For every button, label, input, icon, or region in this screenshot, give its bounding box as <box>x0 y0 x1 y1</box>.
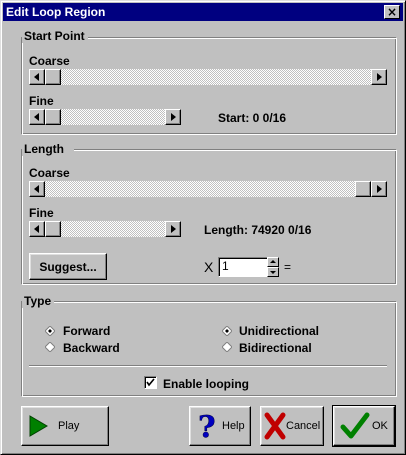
edit-loop-region-dialog: Edit Loop Region × Start Point Coarse Fi… <box>0 0 406 455</box>
title-bar[interactable]: Edit Loop Region × <box>3 3 403 21</box>
arrow-right-icon <box>377 185 382 193</box>
scroll-right-button[interactable] <box>165 221 181 237</box>
spin-up-button[interactable] <box>267 257 279 267</box>
question-mark-icon: ? <box>198 411 216 441</box>
multiplier-spinner[interactable] <box>267 257 279 277</box>
play-button[interactable]: Play <box>21 406 109 446</box>
spin-down-button[interactable] <box>267 267 279 277</box>
help-button-label: Help <box>222 420 245 432</box>
scroll-left-button[interactable] <box>29 221 45 237</box>
arrow-left-icon <box>34 225 39 233</box>
multiplier-value: 1 <box>222 259 229 273</box>
start-coarse-label: Coarse <box>29 54 70 68</box>
play-button-label: Play <box>58 420 80 432</box>
length-fine-label: Fine <box>29 206 54 220</box>
scroll-left-button[interactable] <box>29 109 45 125</box>
help-button[interactable]: ? Help <box>189 406 251 446</box>
cancel-button[interactable]: Cancel <box>260 406 324 446</box>
start-fine-scrollbar[interactable] <box>29 109 181 125</box>
radio-backward[interactable] <box>45 342 55 352</box>
scroll-right-button[interactable] <box>165 109 181 125</box>
radio-unidirectional-label[interactable]: Unidirectional <box>239 324 319 338</box>
arrow-right-icon <box>377 73 382 81</box>
radio-forward[interactable] <box>45 326 55 336</box>
radio-bidirectional-label[interactable]: Bidirectional <box>239 341 312 355</box>
scroll-thumb[interactable] <box>45 221 61 237</box>
scroll-thumb[interactable] <box>355 181 371 197</box>
suggest-button[interactable]: Suggest... <box>29 253 107 280</box>
radio-unidirectional[interactable] <box>222 326 232 336</box>
length-coarse-label: Coarse <box>29 166 70 180</box>
checkmark-icon <box>146 378 155 387</box>
radio-forward-label[interactable]: Forward <box>63 324 110 338</box>
scroll-left-button[interactable] <box>29 181 45 197</box>
start-point-title: Start Point <box>22 29 88 43</box>
length-coarse-scrollbar[interactable] <box>29 181 387 197</box>
scroll-thumb[interactable] <box>45 109 61 125</box>
scroll-right-button[interactable] <box>371 181 387 197</box>
multiplier-suffix: = <box>284 260 292 274</box>
radio-diamond-icon <box>45 326 55 336</box>
length-fine-scrollbar[interactable] <box>29 221 181 237</box>
ok-button-label: OK <box>372 420 388 432</box>
multiplier-input[interactable]: 1 <box>218 257 268 277</box>
scroll-right-button[interactable] <box>371 69 387 85</box>
arrow-left-icon <box>34 113 39 121</box>
radio-diamond-icon <box>222 326 232 336</box>
cancel-button-label: Cancel <box>286 420 321 432</box>
arrow-left-icon <box>34 73 39 81</box>
type-separator <box>29 365 387 367</box>
scroll-thumb[interactable] <box>45 69 61 85</box>
multiplier-prefix: X <box>204 259 214 275</box>
checkmark-icon <box>340 412 370 439</box>
window-title: Edit Loop Region <box>6 5 106 19</box>
x-icon <box>264 412 286 440</box>
start-coarse-scrollbar[interactable] <box>29 69 387 85</box>
length-title: Length <box>22 142 74 156</box>
svg-text:?: ? <box>198 411 216 441</box>
play-icon <box>29 415 48 437</box>
ok-button[interactable]: OK <box>332 405 396 447</box>
arrow-right-icon <box>171 113 176 121</box>
radio-diamond-icon <box>222 342 232 352</box>
radio-backward-label[interactable]: Backward <box>63 341 120 355</box>
arrow-right-icon <box>171 225 176 233</box>
type-title: Type <box>22 294 55 308</box>
arrow-left-icon <box>34 185 39 193</box>
arrow-down-icon <box>270 271 276 274</box>
suggest-button-label: Suggest... <box>39 259 97 274</box>
close-icon: × <box>386 5 398 19</box>
radio-bidirectional[interactable] <box>222 342 232 352</box>
enable-looping-checkbox[interactable] <box>144 376 157 389</box>
length-readout: Length: 74920 0/16 <box>204 223 312 237</box>
start-fine-label: Fine <box>29 94 54 108</box>
close-button[interactable]: × <box>384 5 400 19</box>
scroll-left-button[interactable] <box>29 69 45 85</box>
radio-diamond-icon <box>45 342 55 352</box>
start-readout: Start: 0 0/16 <box>218 111 287 125</box>
arrow-up-icon <box>270 260 276 263</box>
enable-looping-label[interactable]: Enable looping <box>163 377 249 391</box>
